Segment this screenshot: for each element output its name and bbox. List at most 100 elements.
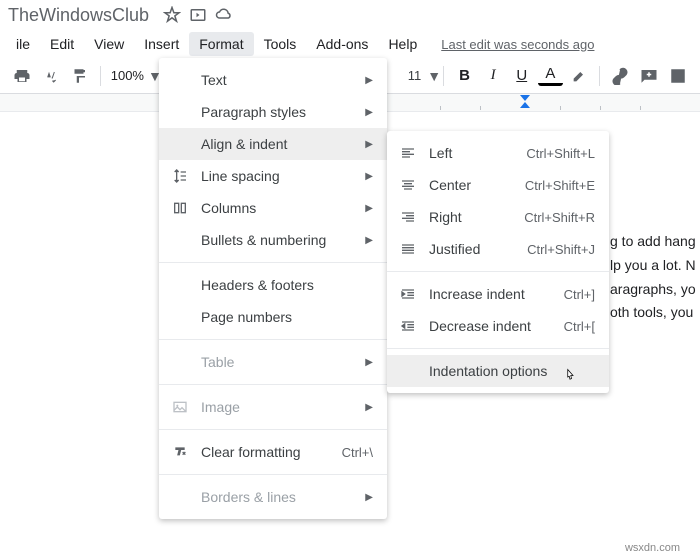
text-line: oth tools, you [610,301,700,325]
menu-item-label: Columns [201,200,355,216]
align-justify-icon [397,241,419,257]
menu-item-label: Left [429,145,526,161]
document-title[interactable]: TheWindowsClub [8,5,149,26]
line-spacing-icon [169,168,191,184]
bold-button[interactable]: B [452,63,477,89]
format-item-headers-footers[interactable]: Headers & footers [159,269,387,301]
indent-inc-icon [397,286,419,302]
menu-item-label: Align & indent [201,136,355,152]
columns-icon [169,200,191,216]
star-icon[interactable] [163,6,181,24]
font-size-value[interactable]: 11 [408,68,422,83]
cursor-pointer-icon [561,368,579,386]
menu-item-label: Justified [429,241,527,257]
separator [599,66,600,86]
menu-shortcut: Ctrl+[ [564,319,595,334]
align-item-right[interactable]: RightCtrl+Shift+R [387,201,609,233]
menu-help[interactable]: Help [378,32,427,56]
highlight-button[interactable] [567,63,592,89]
submenu-arrow-icon: ▶ [365,75,373,86]
link-icon[interactable] [608,63,633,89]
comment-icon[interactable] [637,63,662,89]
image-icon [169,399,191,415]
move-icon[interactable] [189,6,207,24]
chevron-down-icon[interactable]: ▼ [148,68,158,84]
text-color-button[interactable]: A [538,66,563,86]
menu-item-label: Borders & lines [201,489,355,505]
align-submenu-popup: LeftCtrl+Shift+LCenterCtrl+Shift+ERightC… [387,131,609,393]
last-edit-link[interactable]: Last edit was seconds ago [441,37,594,52]
menu-file[interactable]: ile [6,32,40,56]
cloud-icon[interactable] [215,6,233,24]
menu-item-label: Decrease indent [429,318,564,334]
menu-separator [159,474,387,475]
align-center-icon [397,177,419,193]
format-menu-popup: Text▶Paragraph styles▶Align & indent▶Lin… [159,58,387,519]
indent-marker-bottom[interactable] [520,102,530,108]
align-item-justified[interactable]: JustifiedCtrl+Shift+J [387,233,609,265]
menu-item-label: Clear formatting [201,444,342,460]
menu-addons[interactable]: Add-ons [306,32,378,56]
format-item-page-numbers[interactable]: Page numbers [159,301,387,333]
menu-shortcut: Ctrl+Shift+L [526,146,595,161]
menu-shortcut: Ctrl+Shift+E [525,178,595,193]
menu-item-label: Increase indent [429,286,564,302]
align-item-decrease-indent[interactable]: Decrease indentCtrl+[ [387,310,609,342]
indent-marker-top[interactable] [520,95,530,101]
menu-view[interactable]: View [84,32,134,56]
menu-item-label: Table [201,354,355,370]
print-icon[interactable] [10,63,35,89]
submenu-arrow-icon: ▶ [365,357,373,368]
submenu-arrow-icon: ▶ [365,402,373,413]
underline-button[interactable]: U [509,63,534,89]
text-line: g to add hang [610,230,700,254]
format-item-align-indent[interactable]: Align & indent ▶ [159,128,387,160]
menu-item-label: Bullets & numbering [201,232,355,248]
image-icon[interactable] [665,63,690,89]
menu-item-label: Image [201,399,355,415]
align-item-center[interactable]: CenterCtrl+Shift+E [387,169,609,201]
menu-shortcut: Ctrl+Shift+R [524,210,595,225]
menu-tools[interactable]: Tools [254,32,307,56]
format-item-text[interactable]: Text▶ [159,64,387,96]
menu-insert[interactable]: Insert [134,32,189,56]
menu-separator [387,271,609,272]
format-item-bullets-numbering[interactable]: Bullets & numbering▶ [159,224,387,256]
submenu-arrow-icon: ▶ [365,139,373,150]
menu-separator [159,339,387,340]
separator [443,66,444,86]
footer-watermark: wsxdn.com [625,542,680,554]
menu-edit[interactable]: Edit [40,32,84,56]
submenu-arrow-icon: ▶ [365,492,373,503]
align-left-icon [397,145,419,161]
menu-item-label: Right [429,209,524,225]
align-right-icon [397,209,419,225]
zoom-value[interactable]: 100% [111,68,144,83]
menu-separator [387,348,609,349]
italic-button[interactable]: I [481,63,506,89]
text-line: aragraphs, yo [610,278,700,302]
format-item-line-spacing[interactable]: Line spacing ▶ [159,160,387,192]
indent-dec-icon [397,318,419,334]
spellcheck-icon[interactable] [39,63,64,89]
submenu-arrow-icon: ▶ [365,171,373,182]
align-item-left[interactable]: LeftCtrl+Shift+L [387,137,609,169]
align-item-increase-indent[interactable]: Increase indentCtrl+] [387,278,609,310]
title-bar: TheWindowsClub [0,0,700,30]
menu-separator [159,262,387,263]
format-item-table: Table ▶ [159,346,387,378]
menu-format[interactable]: Format [189,32,253,56]
submenu-arrow-icon: ▶ [365,203,373,214]
paint-format-icon[interactable] [67,63,92,89]
format-item-clear-formatting[interactable]: Clear formattingCtrl+\ [159,436,387,468]
format-item-paragraph-styles[interactable]: Paragraph styles▶ [159,96,387,128]
menu-item-label: Line spacing [201,168,355,184]
chevron-down-icon[interactable]: ▼ [427,68,437,84]
format-item-borders-lines: Borders & lines ▶ [159,481,387,513]
menu-separator [159,384,387,385]
submenu-arrow-icon: ▶ [365,107,373,118]
menu-item-label: Headers & footers [201,277,373,293]
separator [100,66,101,86]
format-item-image: Image ▶ [159,391,387,423]
format-item-columns[interactable]: Columns ▶ [159,192,387,224]
